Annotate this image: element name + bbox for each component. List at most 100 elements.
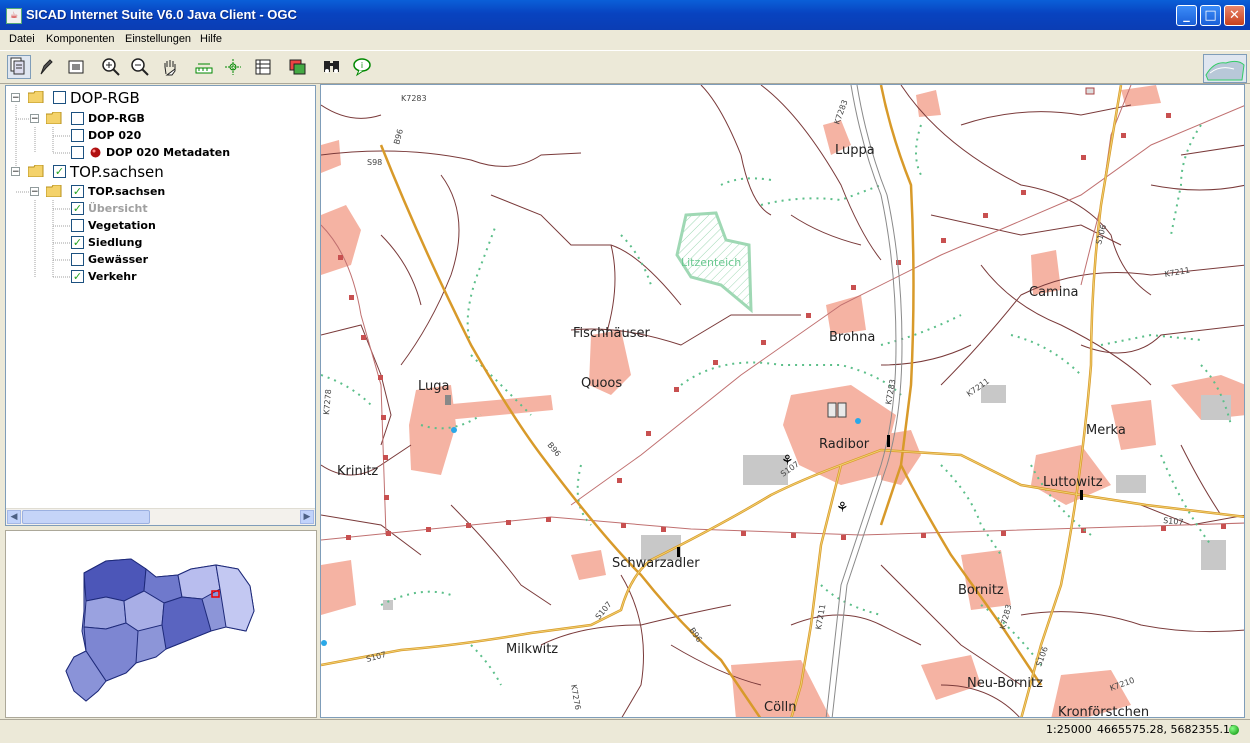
tree-node-dop-020[interactable]: DOP 020	[6, 128, 306, 144]
place-luga: Luga	[418, 379, 449, 394]
layer-panel-icon[interactable]	[7, 55, 31, 79]
road-label-k7276: K7276	[569, 684, 582, 711]
measure-distance-icon[interactable]	[194, 57, 214, 77]
checkbox-verkehr[interactable]: ✓	[71, 270, 84, 283]
tree-node-uebersicht[interactable]: ✓ Übersicht	[6, 201, 306, 217]
full-extent-icon[interactable]	[66, 57, 86, 77]
layer-tree-panel: − DOP-RGB − DOP-RGB DOP 020 DOP 020 Meta…	[5, 85, 316, 526]
tree-label: Übersicht	[88, 202, 148, 215]
scroll-right-icon[interactable]: ▶	[300, 510, 314, 524]
java-app-icon[interactable]: ☕	[6, 8, 22, 24]
tree-label: DOP 020 Metadaten	[106, 146, 231, 159]
connection-status-icon	[1229, 725, 1239, 735]
road-label-s98: S98	[367, 158, 382, 167]
road-label-k7283: K7283	[401, 94, 427, 103]
pan-hand-icon[interactable]	[160, 57, 180, 77]
collapse-icon[interactable]: −	[11, 167, 20, 177]
checkbox-top-sachsen-group[interactable]: ✓	[71, 185, 84, 198]
info-balloon-icon[interactable]: i	[352, 57, 372, 77]
collapse-icon[interactable]: −	[11, 93, 20, 103]
tree-node-dop-rgb-group[interactable]: − DOP-RGB	[6, 111, 306, 127]
menu-komponenten[interactable]: Komponenten	[46, 33, 115, 45]
place-camina: Camina	[1029, 285, 1079, 300]
tree-node-verkehr[interactable]: ✓ Verkehr	[6, 269, 306, 285]
menu-datei[interactable]: Datei	[9, 33, 35, 45]
checkbox-siedlung[interactable]: ✓	[71, 236, 84, 249]
place-neu-bornitz: Neu-Bornitz	[967, 676, 1043, 691]
water-point-icon	[451, 427, 457, 433]
place-luppa: Luppa	[835, 143, 875, 158]
svg-text:i: i	[361, 61, 363, 70]
menu-hilfe[interactable]: Hilfe	[200, 33, 222, 45]
tree-horizontal-scrollbar[interactable]: ◀ ▶	[6, 508, 315, 525]
checkbox-top-sachsen[interactable]: ✓	[53, 165, 66, 178]
tree-node-vegetation[interactable]: Vegetation	[6, 218, 306, 234]
checkbox-gewaesser[interactable]	[71, 253, 84, 266]
tree-node-top-sachsen[interactable]: − ✓ TOP.sachsen	[6, 163, 306, 181]
tree-label: TOP.sachsen	[88, 185, 166, 198]
road-label-k7211: K7211	[814, 604, 827, 631]
overview-map-toggle-icon[interactable]	[1203, 54, 1247, 83]
tree-label: Gewässer	[88, 253, 149, 266]
maximize-button[interactable]: □	[1200, 5, 1221, 26]
search-binoculars-icon[interactable]	[322, 57, 342, 77]
collapse-icon[interactable]: −	[30, 114, 39, 124]
scroll-left-icon[interactable]: ◀	[7, 510, 21, 524]
place-coelln: Cölln	[764, 700, 797, 715]
tree-node-gewaesser[interactable]: Gewässer	[6, 252, 306, 268]
table-icon[interactable]	[253, 57, 273, 77]
menu-einstellungen[interactable]: Einstellungen	[125, 33, 191, 45]
tree-label: Vegetation	[88, 219, 156, 232]
topographic-map: ⚘ ⚘ Luppa Camina Fischhäuser Brohna Luga…	[321, 85, 1244, 718]
status-bar: 1:25000 4665575.28, 5682355.12	[0, 719, 1250, 743]
checkbox-uebersicht[interactable]: ✓	[71, 202, 84, 215]
place-brohna: Brohna	[829, 330, 875, 345]
tree-label: Verkehr	[88, 270, 137, 283]
road-label-b96: B96	[545, 441, 562, 459]
folder-icon	[46, 185, 62, 197]
saxony-overview-map	[65, 558, 255, 702]
collapse-icon[interactable]: −	[30, 187, 39, 197]
scrollbar-thumb[interactable]	[22, 510, 150, 524]
road-label-s106: S106	[1094, 224, 1108, 246]
folder-icon	[28, 165, 44, 177]
place-kronfoerstchen: Kronförstchen	[1058, 705, 1149, 718]
tree-node-top-sachsen-group[interactable]: − ✓ TOP.sachsen	[6, 184, 306, 200]
tree-label: DOP-RGB	[88, 112, 145, 125]
map-scale: 1:25000	[1046, 723, 1092, 736]
checkbox-dop-rgb[interactable]	[53, 91, 66, 104]
minimize-button[interactable]: _	[1176, 5, 1197, 26]
checkbox-vegetation[interactable]	[71, 219, 84, 232]
place-merka: Merka	[1086, 423, 1126, 438]
folder-icon	[46, 112, 62, 124]
road-label-b96: B96	[392, 128, 405, 145]
coordinate-crosshair-icon[interactable]	[223, 57, 243, 77]
place-radibor: Radibor	[819, 437, 870, 452]
map-view[interactable]: ⚘ ⚘ Luppa Camina Fischhäuser Brohna Luga…	[320, 84, 1245, 718]
metadata-ball-icon	[90, 147, 101, 158]
tree-node-dop-rgb[interactable]: − DOP-RGB	[6, 89, 306, 107]
menu-bar: Datei Komponenten Einstellungen Hilfe	[0, 30, 1250, 51]
tree-node-siedlung[interactable]: ✓ Siedlung	[6, 235, 306, 251]
pencil-icon[interactable]	[36, 57, 56, 77]
overview-minimap[interactable]	[5, 530, 317, 718]
tree-label: DOP 020	[88, 129, 142, 142]
zoom-out-icon[interactable]	[130, 57, 150, 77]
checkbox-dop-rgb-group[interactable]	[71, 112, 84, 125]
layers-map-icon[interactable]	[288, 57, 308, 77]
tree-node-dop-020-metadaten[interactable]: DOP 020 Metadaten	[6, 145, 306, 161]
zoom-in-icon[interactable]	[101, 57, 121, 77]
place-schwarzadler: Schwarzadler	[612, 556, 700, 571]
checkbox-dop-020-metadaten[interactable]	[71, 146, 84, 159]
close-button[interactable]: ✕	[1224, 5, 1245, 26]
place-fischhaeuser: Fischhäuser	[573, 326, 651, 341]
road-label-k7283: K7283	[884, 379, 897, 406]
checkbox-dop-020[interactable]	[71, 129, 84, 142]
place-bornitz: Bornitz	[958, 583, 1004, 598]
road-label-s106: S106	[1034, 645, 1049, 667]
window-title: SICAD Internet Suite V6.0 Java Client - …	[26, 7, 297, 22]
road-label-k7278: K7278	[322, 389, 333, 415]
lake-litzenteich: Litzenteich	[681, 256, 741, 269]
road-label-k7283: K7283	[998, 603, 1013, 630]
road-label-s107: S107	[365, 650, 387, 664]
